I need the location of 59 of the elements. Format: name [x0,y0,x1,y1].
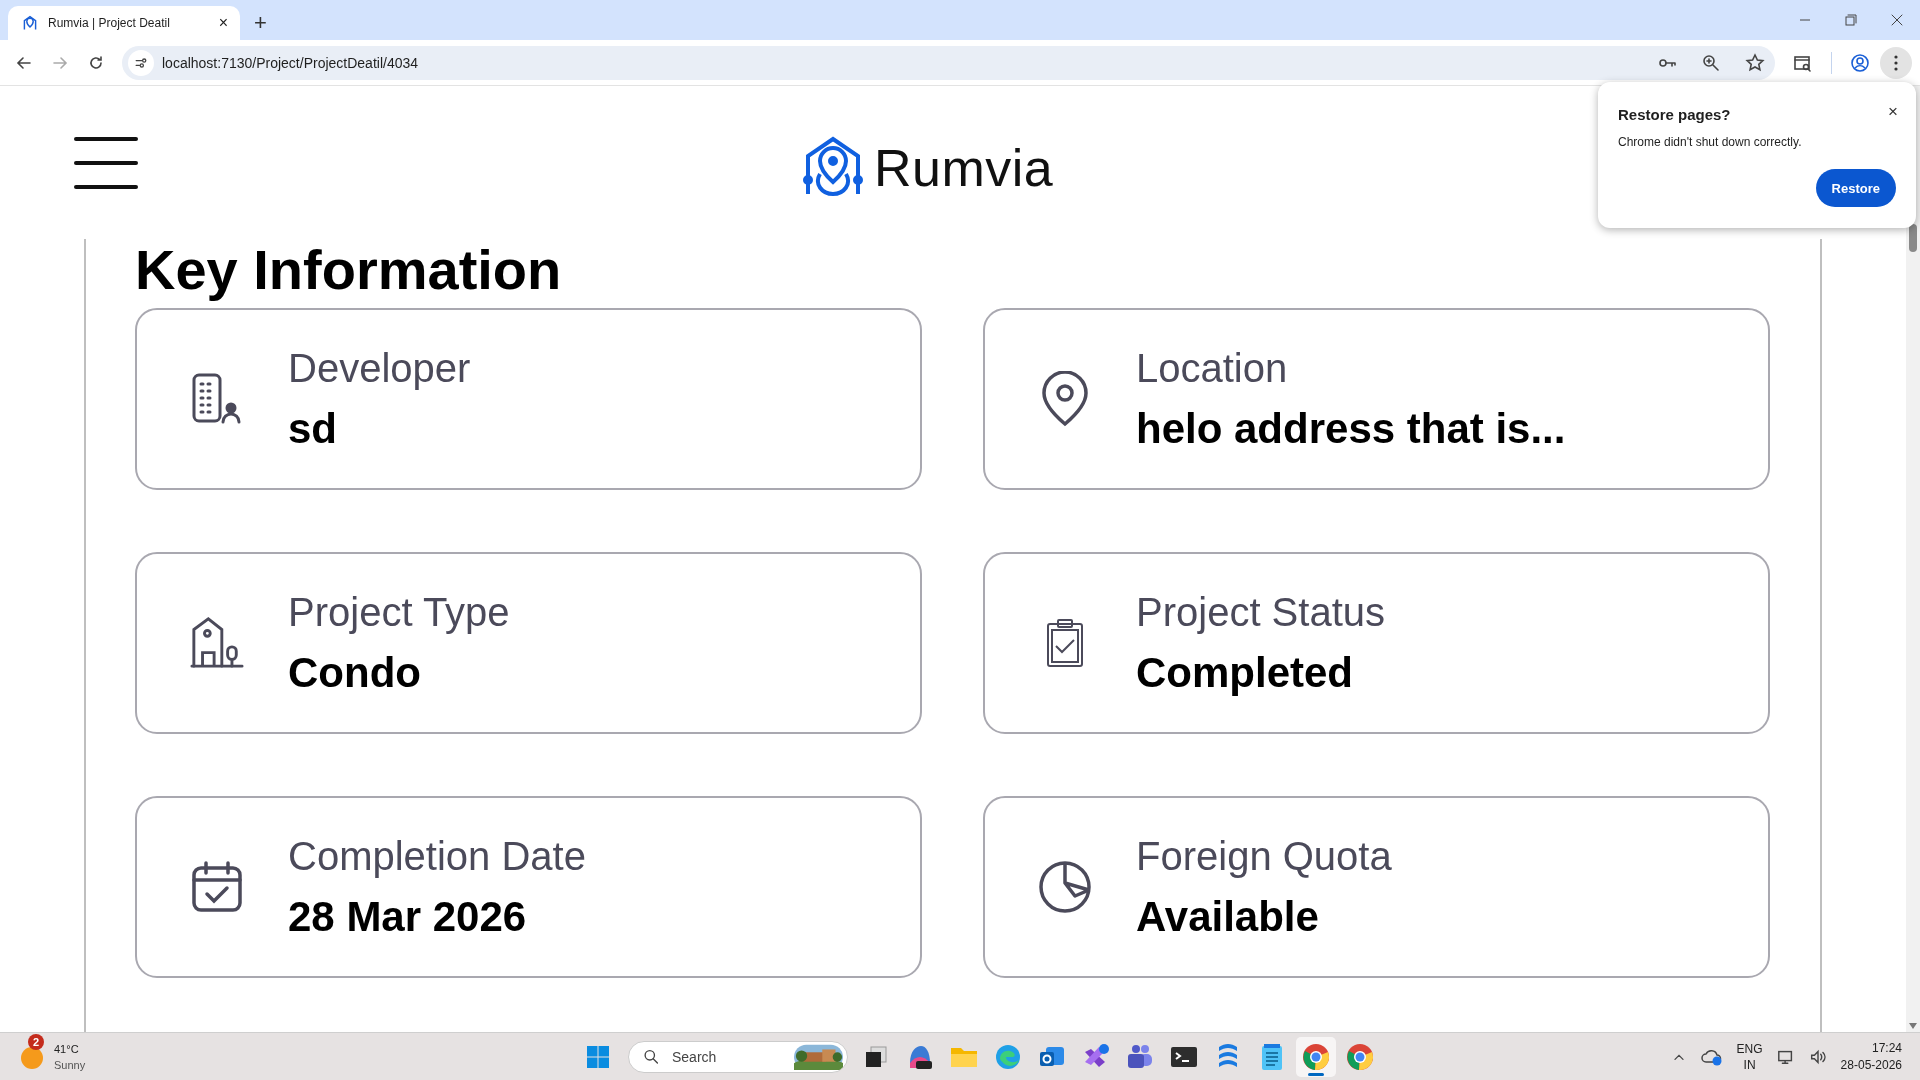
region-text[interactable]: IN [1743,1056,1756,1073]
tab-title: Rumvia | Project Deatil [48,16,171,30]
scrollbar[interactable] [1906,86,1920,1032]
section-title: Key Information [135,239,563,301]
language-text[interactable]: ENG [1736,1040,1763,1057]
card-label: Location [1136,345,1289,391]
windows-icon [586,1044,610,1069]
new-tab-button[interactable]: + [250,10,271,36]
task-view-icon [864,1044,888,1069]
url-text: localhost:7130/Project/ProjectDeatil/4034 [162,54,420,71]
popup-title: Restore pages? [1618,106,1731,123]
profile-icon [1850,52,1870,73]
browser-tab[interactable]: Rumvia | Project Deatil × [8,6,240,40]
card-value: 28 Mar 2026 [288,892,528,941]
card-label: Foreign Quota [1136,833,1392,879]
popup-message: Chrome didn't shut down correctly. [1618,135,1803,149]
browser-icon [994,1042,1022,1071]
browser-icon [1302,1042,1330,1071]
card-value: Condo [288,648,422,697]
card-label: Completion Date [288,833,586,879]
speaker-icon [1808,1047,1827,1066]
notepad-icon [1260,1042,1284,1071]
close-tab-button[interactable]: × [216,14,230,32]
card-label: Developer [288,345,471,391]
cloud-icon [1700,1047,1723,1066]
browser-icon [1346,1042,1374,1071]
weather-text: Sunny [54,1057,86,1073]
card-value: sd [288,404,338,453]
clipboard-check-icon [1045,618,1085,668]
map-pin-icon [1040,371,1090,427]
pie-chart-icon [1038,860,1092,914]
zoom-icon [1701,52,1721,73]
logo-text: Rumvia [874,137,1054,198]
notification-badge: 2 [28,1033,44,1050]
address-bar[interactable]: localhost:7130/Project/ProjectDeatil/4034 [122,45,1775,80]
terminal-icon [1170,1044,1198,1069]
restore-button[interactable]: Restore [1815,169,1896,207]
scroll-down-icon[interactable] [1908,1022,1918,1030]
menu-button[interactable] [74,136,138,189]
card-value: Completed [1136,648,1354,697]
date-text[interactable]: 28-05-2026 [1840,1056,1902,1074]
temperature-text: 41°C [54,1041,80,1057]
scrollbar-thumb[interactable] [1909,224,1917,252]
taskbar-search-field[interactable]: Search [669,1047,784,1066]
calendar-check-icon [190,860,244,914]
minimize-icon [1800,19,1810,21]
search-icon [643,1047,660,1066]
house-tree-icon [190,615,244,671]
more-icon [1894,54,1898,71]
people-icon [1126,1042,1154,1071]
close-popup-button[interactable]: × [1888,102,1898,122]
time-text[interactable]: 17:24 [1871,1039,1902,1057]
card-label: Project Status [1136,589,1385,635]
logo-icon [22,15,38,31]
card-value: helo address that is... [1136,404,1566,453]
card-label: Project Type [288,589,510,635]
star-icon [1745,52,1765,73]
card-value: Available [1136,892,1320,941]
taskbar-search-box[interactable]: Search [628,1040,848,1073]
